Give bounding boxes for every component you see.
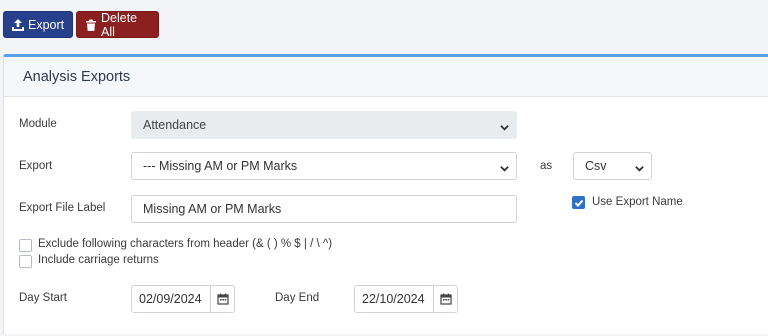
calendar-icon[interactable] xyxy=(433,286,457,312)
panel-header: Analysis Exports xyxy=(4,57,768,97)
export-file-label-input[interactable]: Missing AM or PM Marks xyxy=(131,195,517,223)
format-select[interactable]: Csv xyxy=(573,152,652,180)
exclude-characters-checkbox[interactable] xyxy=(19,239,32,252)
exclude-characters-label: Exclude following characters from header… xyxy=(38,238,333,250)
day-start-label: Day Start xyxy=(19,292,67,304)
module-label: Module xyxy=(19,118,57,130)
day-end-input[interactable]: 22/10/2024 xyxy=(354,285,458,313)
use-export-name-checkbox[interactable] xyxy=(572,196,585,209)
use-export-name-label: Use Export Name xyxy=(592,196,683,208)
day-start-value: 02/09/2024 xyxy=(139,292,202,306)
day-start-input[interactable]: 02/09/2024 xyxy=(131,285,235,313)
chevron-down-icon xyxy=(500,121,509,131)
module-select[interactable]: Attendance xyxy=(131,111,517,139)
day-end-label: Day End xyxy=(275,292,320,304)
panel-title: Analysis Exports xyxy=(23,68,131,85)
calendar-icon[interactable] xyxy=(210,286,234,312)
include-carriage-returns-label: Include carriage returns xyxy=(38,254,159,266)
chevron-down-icon xyxy=(635,162,644,172)
checkmark-icon xyxy=(574,199,584,207)
export-button-label: Export xyxy=(28,17,65,32)
as-label: as xyxy=(540,160,553,172)
export-select[interactable]: --- Missing AM or PM Marks xyxy=(131,152,517,180)
export-label: Export xyxy=(19,160,53,172)
module-select-value: Attendance xyxy=(143,118,207,132)
export-select-value: --- Missing AM or PM Marks xyxy=(143,159,298,173)
include-carriage-returns-checkbox[interactable] xyxy=(19,255,32,268)
delete-all-button[interactable]: Delete All xyxy=(76,10,159,39)
export-file-label-label: Export File Label xyxy=(19,202,106,214)
export-button[interactable]: Export xyxy=(3,11,73,38)
format-select-value: Csv xyxy=(585,159,607,173)
chevron-down-icon xyxy=(500,162,509,172)
delete-all-button-label: Delete All xyxy=(101,10,138,39)
export-file-label-value: Missing AM or PM Marks xyxy=(143,202,282,216)
upload-icon xyxy=(12,18,24,31)
day-end-value: 22/10/2024 xyxy=(362,292,425,306)
trash-icon xyxy=(86,19,96,31)
